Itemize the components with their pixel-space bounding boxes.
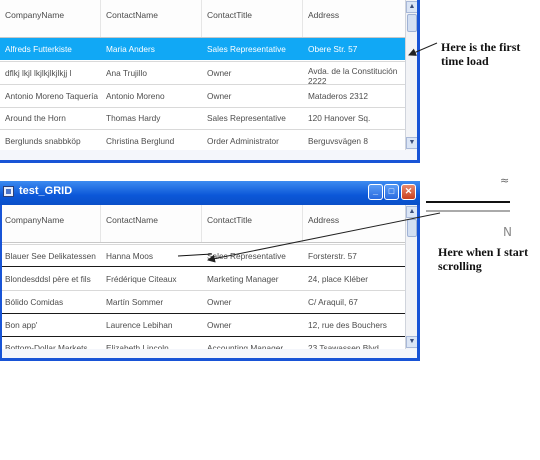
annotation-first-load: Here is the first time load: [441, 40, 521, 68]
cell-company: dflkj lkjl lkjlkjlkjlkjj l: [5, 68, 72, 78]
cell-company: Berglunds snabbköp: [5, 136, 81, 146]
header-contactname[interactable]: ContactName: [101, 0, 202, 37]
cell-title: Owner: [207, 91, 232, 101]
table-row[interactable]: Bólido Comidas Martín Sommer Owner C/ Ar…: [0, 291, 405, 313]
cell-title: Order Administrator: [207, 136, 279, 146]
header-companyname[interactable]: CompanyName: [0, 0, 101, 37]
cell-address: 120 Hanover Sq.: [308, 113, 371, 123]
cell-address: Avda. de la Constitución 2222: [308, 66, 398, 84]
window-status-fill: [2, 349, 417, 358]
grid-header: CompanyName ContactName ContactTitle Add…: [0, 0, 405, 38]
scroll-thumb[interactable]: [407, 14, 417, 32]
window-border-right: [417, 0, 420, 163]
cell-title: Sales Representative: [207, 113, 286, 123]
cell-company: Blauer See Delikatessen: [5, 251, 96, 261]
table-row[interactable]: Antonio Moreno Taquería Antonio Moreno O…: [0, 85, 405, 107]
table-row[interactable]: Alfreds Futterkiste Maria Anders Sales R…: [0, 38, 405, 60]
minimize-icon[interactable]: _: [368, 184, 383, 200]
cell-address: Forsterstr. 57: [308, 251, 357, 261]
annotation-scrolling: Here when I start scrolling: [438, 245, 529, 273]
cell-contact: Elizabeth Lincoln: [106, 343, 169, 349]
scroll-thumb[interactable]: [407, 219, 417, 237]
header-companyname[interactable]: CompanyName: [0, 205, 101, 242]
cell-contact: Christina Berglund: [106, 136, 175, 146]
header-contactname[interactable]: ContactName: [101, 205, 202, 242]
cell-title: Sales Representative: [207, 251, 286, 261]
cell-company: Antonio Moreno Taquería: [5, 91, 99, 101]
cell-contact: Ana Trujillo: [106, 68, 148, 78]
window-border-left: [0, 205, 2, 361]
table-row[interactable]: Blauer See Delikatessen Hanna Moos Sales…: [0, 245, 405, 267]
glyph-artifact: ≈: [500, 174, 510, 187]
cell-address: 24, place Kléber: [308, 274, 368, 284]
table-row[interactable]: Berglunds snabbköp Christina Berglund Or…: [0, 130, 405, 150]
cell-company: Bon app': [5, 320, 38, 330]
window-border-bottom: [0, 160, 420, 163]
window-border-bottom: [0, 358, 420, 361]
cell-contact: Frédérique Citeaux: [106, 274, 177, 284]
table-row[interactable]: Around the Horn Thomas Hardy Sales Repre…: [0, 107, 405, 129]
cell-title: Owner: [207, 68, 232, 78]
header-contacttitle[interactable]: ContactTitle: [202, 0, 303, 37]
cell-company: Around the Horn: [5, 113, 66, 123]
close-icon[interactable]: ✕: [401, 184, 416, 200]
cell-company: Bottom-Dollar Markets: [5, 343, 88, 349]
cell-title: Marketing Manager: [207, 274, 279, 284]
cell-contact: Hanna Moos: [106, 251, 154, 261]
cell-title: Owner: [207, 297, 232, 307]
table-row[interactable]: Blondesddsl père et fils Frédérique Cite…: [0, 268, 405, 290]
cell-address: Mataderos 2312: [308, 91, 368, 101]
top-data-grid: CompanyName ContactName ContactTitle Add…: [0, 0, 405, 150]
header-contacttitle[interactable]: ContactTitle: [202, 205, 303, 242]
table-row[interactable]: Bon app' Laurence Lebihan Owner 12, rue …: [0, 314, 405, 336]
bottom-data-grid: CompanyName ContactName ContactTitle Add…: [0, 205, 405, 349]
app-icon: [3, 186, 14, 197]
cell-title: Owner: [207, 320, 232, 330]
cell-company: Blondesddsl père et fils: [5, 274, 91, 284]
cell-company: Bólido Comidas: [5, 297, 64, 307]
cell-address: C/ Araquil, 67: [308, 297, 358, 307]
window-border-fill: [0, 150, 417, 160]
cell-contact: Thomas Hardy: [106, 113, 161, 123]
cell-address: Berguvsvägen 8: [308, 136, 368, 146]
cell-address: Obere Str. 57: [308, 44, 358, 54]
window-titlebar[interactable]: test_GRID _ □ ✕: [0, 181, 420, 205]
maximize-icon[interactable]: □: [384, 184, 399, 200]
header-address[interactable]: Address: [303, 0, 405, 37]
cell-address: 12, rue des Bouchers: [308, 320, 387, 330]
cell-contact: Martín Sommer: [106, 297, 164, 307]
top-grid-window: CompanyName ContactName ContactTitle Add…: [0, 0, 420, 163]
table-row[interactable]: Bottom-Dollar Markets Elizabeth Lincoln …: [0, 337, 405, 349]
cell-contact: Laurence Lebihan: [106, 320, 173, 330]
window-title: test_GRID: [19, 185, 73, 197]
cell-company: Alfreds Futterkiste: [5, 44, 72, 54]
cell-title: Sales Representative: [207, 44, 286, 54]
table-row[interactable]: dflkj lkjl lkjlkjlkjlkjj l Ana Trujillo …: [0, 62, 405, 84]
glyph-artifact: N: [503, 225, 512, 239]
row-divider-artifact: [0, 266, 405, 267]
cell-address: 23 Tsawassen Blvd.: [308, 343, 382, 349]
test-grid-window: test_GRID _ □ ✕ CompanyName ContactName …: [0, 181, 420, 361]
header-address[interactable]: Address: [303, 205, 405, 242]
cell-title: Accounting Manager: [207, 343, 284, 349]
window-border-right: [417, 205, 420, 361]
cell-contact: Maria Anders: [106, 44, 155, 54]
cell-contact: Antonio Moreno: [106, 91, 165, 101]
grid-header: CompanyName ContactName ContactTitle Add…: [0, 205, 405, 243]
